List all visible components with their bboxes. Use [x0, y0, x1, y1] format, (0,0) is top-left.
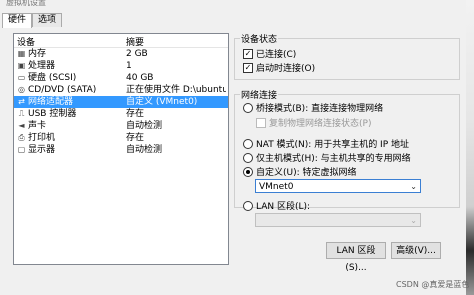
lan-segments-button[interactable]: LAN 区段(S)... [326, 242, 386, 273]
radio-icon [243, 138, 253, 149]
bridged-radio[interactable]: 桥接模式(B): 直接连接物理网络 [243, 101, 383, 114]
custom-radio[interactable]: 自定义(U): 特定虚拟网络 [243, 165, 357, 178]
usb-icon: ⎍ [18, 109, 25, 118]
network-connection-title: 网络连接 [240, 88, 279, 101]
device-row[interactable]: ◄ 声卡 自动检测 [14, 120, 228, 132]
speaker-icon: ◄ [18, 121, 25, 130]
watermark: CSDN @真爱是蓝色 [396, 280, 470, 289]
device-name: CD/DVD (SATA) [28, 85, 97, 95]
device-summary: 2 GB [126, 49, 148, 59]
custom-network-value: VMnet0 [259, 182, 294, 192]
chevron-down-icon: ⌄ [410, 182, 417, 191]
connect-at-power-on-checkbox[interactable]: ✓ 启动时连接(O) [243, 61, 315, 74]
window-title: 虚拟机设置 [6, 0, 46, 7]
device-name: 处理器 [28, 61, 56, 71]
checkbox-icon: ✓ [243, 48, 253, 59]
device-name: 硬盘 (SCSI) [28, 73, 77, 83]
printer-icon: ⎙ [18, 133, 25, 142]
lan-segment-label: LAN 区段(L): [256, 202, 311, 212]
cd-icon: ◎ [18, 85, 25, 94]
device-list-header: 设备 摘要 [14, 34, 228, 48]
tab-options[interactable]: 选项 [32, 13, 63, 27]
device-name: 声卡 [28, 121, 47, 131]
device-row[interactable]: ▣ 处理器 1 [14, 60, 228, 72]
radio-icon [243, 152, 253, 163]
device-row[interactable]: ⎍ USB 控制器 存在 [14, 108, 228, 120]
radio-icon [243, 102, 253, 113]
lan-segment-select[interactable]: ⌄ [255, 213, 421, 227]
device-row[interactable]: ◎CD/DVD (SATA) 正在使用文件 D:\ubuntu\ubu... [14, 84, 228, 96]
tab-bar: 硬件 选项 [0, 12, 474, 28]
device-summary: 自动检测 [126, 121, 163, 131]
device-row[interactable]: ▢ 显示器 自动检测 [14, 144, 228, 156]
connected-label: 已连接(C) [256, 50, 297, 60]
connect-at-power-on-label: 启动时连接(O) [256, 64, 316, 74]
column-header-device[interactable]: 设备 [17, 35, 35, 48]
host-only-radio[interactable]: 仅主机模式(H): 与主机共享的专用网络 [243, 151, 411, 164]
disk-icon: ▭ [17, 73, 26, 82]
window-titlebar: 虚拟机设置 [0, 0, 474, 12]
device-summary: 自定义 (VMnet0) [126, 97, 198, 107]
device-summary: 40 GB [126, 73, 154, 83]
device-row[interactable]: ▭ 硬盘 (SCSI) 40 GB [14, 72, 228, 84]
nat-radio[interactable]: NAT 模式(N): 用于共享主机的 IP 地址 [243, 137, 409, 150]
lan-segment-radio[interactable]: LAN 区段(L): [243, 199, 310, 212]
advanced-button[interactable]: 高级(V)... [391, 242, 441, 259]
custom-label: 自定义(U): 特定虚拟网络 [256, 168, 357, 178]
column-header-summary[interactable]: 摘要 [126, 35, 144, 48]
device-name: 显示器 [28, 145, 56, 155]
device-status-title: 设备状态 [240, 32, 279, 45]
replicate-state-checkbox[interactable]: 复制物理网络连接状态(P) [256, 116, 371, 129]
device-summary: 正在使用文件 D:\ubuntu\ubu... [126, 85, 226, 95]
device-name: 网络适配器 [28, 97, 74, 107]
device-summary: 自动检测 [126, 145, 163, 155]
device-row[interactable]: ⎙ 打印机 存在 [14, 132, 228, 144]
host-only-label: 仅主机模式(H): 与主机共享的专用网络 [256, 154, 411, 164]
bridged-label: 桥接模式(B): 直接连接物理网络 [256, 104, 384, 114]
radio-icon [243, 200, 253, 211]
tab-hardware[interactable]: 硬件 [2, 13, 33, 28]
network-icon: ⇄ [18, 97, 25, 106]
device-summary: 存在 [126, 133, 145, 143]
radio-selected-icon [243, 166, 253, 177]
monitor-icon: ▢ [17, 145, 26, 154]
device-name: USB 控制器 [28, 109, 77, 119]
memory-icon: ▦ [17, 49, 26, 58]
device-name: 内存 [28, 49, 47, 59]
device-name: 打印机 [28, 133, 56, 143]
device-summary: 存在 [126, 109, 145, 119]
custom-network-select[interactable]: VMnet0 ⌄ [255, 179, 421, 193]
nat-label: NAT 模式(N): 用于共享主机的 IP 地址 [256, 140, 410, 150]
chevron-down-icon: ⌄ [410, 216, 417, 225]
replicate-state-label: 复制物理网络连接状态(P) [269, 119, 372, 129]
device-row[interactable]: ⇄ 网络适配器 自定义 (VMnet0) [14, 96, 228, 108]
checkbox-icon [256, 117, 266, 128]
device-row[interactable]: ▦ 内存 2 GB [14, 48, 228, 60]
device-summary: 1 [126, 61, 132, 71]
cpu-icon: ▣ [17, 61, 26, 70]
checkbox-icon: ✓ [243, 62, 253, 73]
background-photo-edge [466, 0, 474, 295]
connected-checkbox[interactable]: ✓ 已连接(C) [243, 47, 296, 60]
device-list[interactable]: 设备 摘要 ▦ 内存 2 GB ▣ 处理器 1 ▭ 硬盘 (SCSI) 40 GB ◎ CD/DVD… [13, 33, 229, 265]
